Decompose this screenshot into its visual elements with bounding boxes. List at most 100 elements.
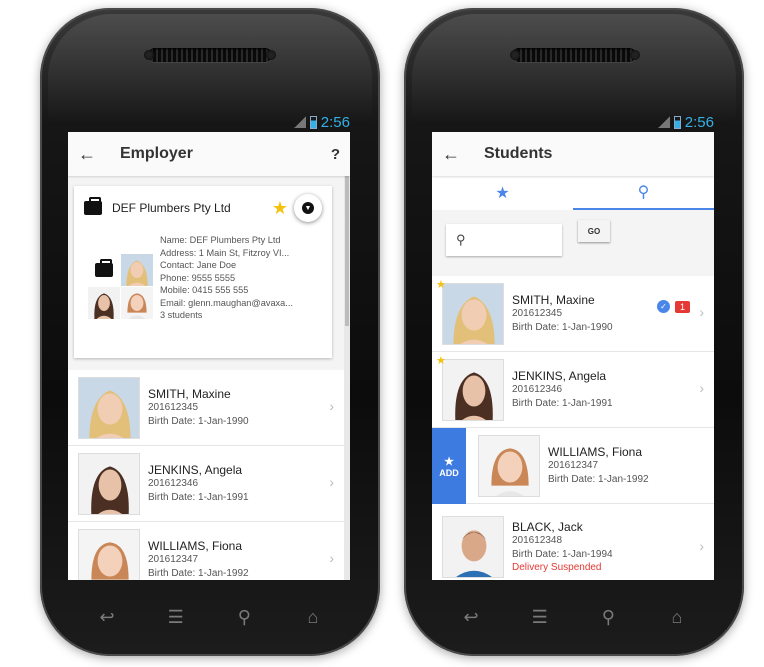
chevron-right-icon: › [329,474,334,490]
app-bar: ← Employer ? [68,132,350,176]
list-item[interactable]: SMITH, Maxine 201612345 Birth Date: 1-Ja… [68,370,344,446]
employer-collage [88,254,153,319]
sensor [630,50,640,60]
tab-search[interactable]: ⚲ [573,176,714,210]
student-id: 201612348 [512,535,563,546]
chevron-right-icon: › [329,550,334,566]
list-item[interactable]: JENKINS, Angela 201612346 Birth Date: 1-… [68,446,344,522]
student-id: 201612347 [548,459,599,471]
student-name: WILLIAMS, Fiona [148,538,243,553]
student-name: BLACK, Jack [512,520,583,534]
list-item[interactable]: ★ SMITH, Maxine 201612345 Birth Date: 1-… [432,276,714,352]
student-birth-date: Birth Date: 1-Jan-1990 [148,415,249,427]
detail-student-count: 3 students [160,310,203,320]
favourite-star-icon: ★ [436,279,446,291]
status-bar: 2:56 [657,112,714,132]
help-button[interactable]: ? [331,146,340,163]
employer-card-header[interactable]: DEF Plumbers Pty Ltd ★ ▼ [74,186,332,230]
detail-mobile[interactable]: Mobile: 0415 555 555 [160,284,320,297]
student-id: 201612346 [148,477,199,489]
chevron-down-icon: ▼ [302,202,314,214]
student-birth-date: Birth Date: 1-Jan-1992 [548,473,649,485]
tab-bar: ★ ⚲ [432,176,714,210]
student-list: ★ SMITH, Maxine 201612345 Birth Date: 1-… [432,276,714,580]
students-screen: ← Students ★ ⚲ ⚲ GO ★ SMITH, Maxine 2016… [432,132,714,580]
back-arrow-icon[interactable]: ← [442,144,472,165]
sensor [266,50,276,60]
menu-icon[interactable]: ⌂ [298,607,328,628]
back-arrow-icon[interactable]: ← [78,144,108,165]
notification-badge: 1 [674,300,690,313]
avatar [442,515,504,578]
list-item[interactable]: ★ JENKINS, Angela 201612346 Birth Date: … [432,352,714,428]
avatar [442,282,504,345]
search-icon[interactable]: ⚲ [229,607,259,628]
briefcase-icon [95,259,113,277]
avatar [78,528,140,580]
star-icon: ★ [444,455,454,468]
tab-favourites[interactable]: ★ [432,176,573,210]
camera [510,50,520,60]
list-item[interactable]: WILLIAMS, Fiona 201612347 Birth Date: 1-… [68,522,344,580]
avatar [442,358,504,421]
student-id: 201612345 [148,401,199,413]
expand-button[interactable]: ▼ [294,194,322,222]
employer-screen: ← Employer ? DEF Plumbers Pty Ltd ★ ▼ Na… [68,132,350,580]
student-birth-date: Birth Date: 1-Jan-1992 [148,567,249,579]
avatar [478,434,540,497]
student-name: JENKINS, Angela [148,462,243,477]
app-screenshot: 2:56 ← Employer ? DEF Plumbers Pty Ltd ★… [0,0,764,667]
student-birth-date: Birth Date: 1-Jan-1994 [512,549,613,560]
menu-icon[interactable]: ⌂ [662,607,692,628]
avatar [78,376,140,439]
detail-phone[interactable]: Phone: 9555 5555 [160,272,320,285]
avatar [78,452,140,515]
back-icon[interactable]: ↩ [456,607,486,628]
speaker-grille [512,48,636,62]
detail-name: Name: DEF Plumbers Pty Ltd [160,235,281,245]
chevron-right-icon: › [699,304,704,320]
detail-contact: Contact: Jane Doe [160,260,237,270]
clock: 2:56 [684,113,714,131]
phone-right: 2:56 ← Students ★ ⚲ ⚲ GO ★ SMITH, Maxine… [404,8,744,656]
clock: 2:56 [320,113,350,131]
list-item-swiped[interactable]: ★ ADD WILLIAMS, Fiona 201612347 Birth Da… [432,428,714,504]
scrollbar[interactable] [344,176,350,580]
search-icon[interactable]: ⚲ [593,607,623,628]
home-icon[interactable]: ☰ [161,607,191,628]
detail-address: Address: 1 Main St, Fitzroy VI... [160,247,290,258]
star-icon[interactable]: ★ [272,198,288,219]
chevron-right-icon: › [699,538,704,554]
signal-icon [657,116,670,128]
home-icon[interactable]: ☰ [525,607,555,628]
page-title: Students [484,145,553,162]
favourite-star-icon: ★ [436,355,446,367]
system-nav-bar: ↩ ☰ ⚲ ⌂ [92,602,328,632]
status-bar: 2:56 [293,112,350,132]
star-icon: ★ [495,185,510,202]
student-name: SMITH, Maxine [148,386,231,401]
search-input[interactable]: ⚲ [446,224,562,256]
student-birth-date: Birth Date: 1-Jan-1990 [512,321,613,333]
system-nav-bar: ↩ ☰ ⚲ ⌂ [456,602,692,632]
student-birth-date: Birth Date: 1-Jan-1991 [512,397,613,409]
search-icon: ⚲ [637,184,650,201]
battery-icon [309,115,317,129]
student-name: JENKINS, Angela [512,368,607,383]
employer-card: DEF Plumbers Pty Ltd ★ ▼ Name: DEF Plumb… [74,186,332,358]
student-id: 201612346 [512,383,563,395]
student-birth-date: Birth Date: 1-Jan-1991 [148,491,249,503]
chevron-right-icon: › [699,380,704,396]
detail-email[interactable]: Email: glenn.maughan@avaxa... [160,297,320,310]
phone-left: 2:56 ← Employer ? DEF Plumbers Pty Ltd ★… [40,8,380,656]
list-item[interactable]: BLACK, Jack 201612348 Birth Date: 1-Jan-… [432,504,714,580]
add-favourite-button[interactable]: ★ ADD [432,428,466,504]
signal-icon [293,116,306,128]
briefcase-icon [84,197,102,215]
student-name: WILLIAMS, Fiona [548,444,643,459]
back-icon[interactable]: ↩ [92,607,122,628]
status-badge: Delivery Suspended [512,562,602,573]
camera [144,50,154,60]
go-button[interactable]: GO [578,220,610,242]
student-list: SMITH, Maxine 201612345 Birth Date: 1-Ja… [68,370,344,580]
